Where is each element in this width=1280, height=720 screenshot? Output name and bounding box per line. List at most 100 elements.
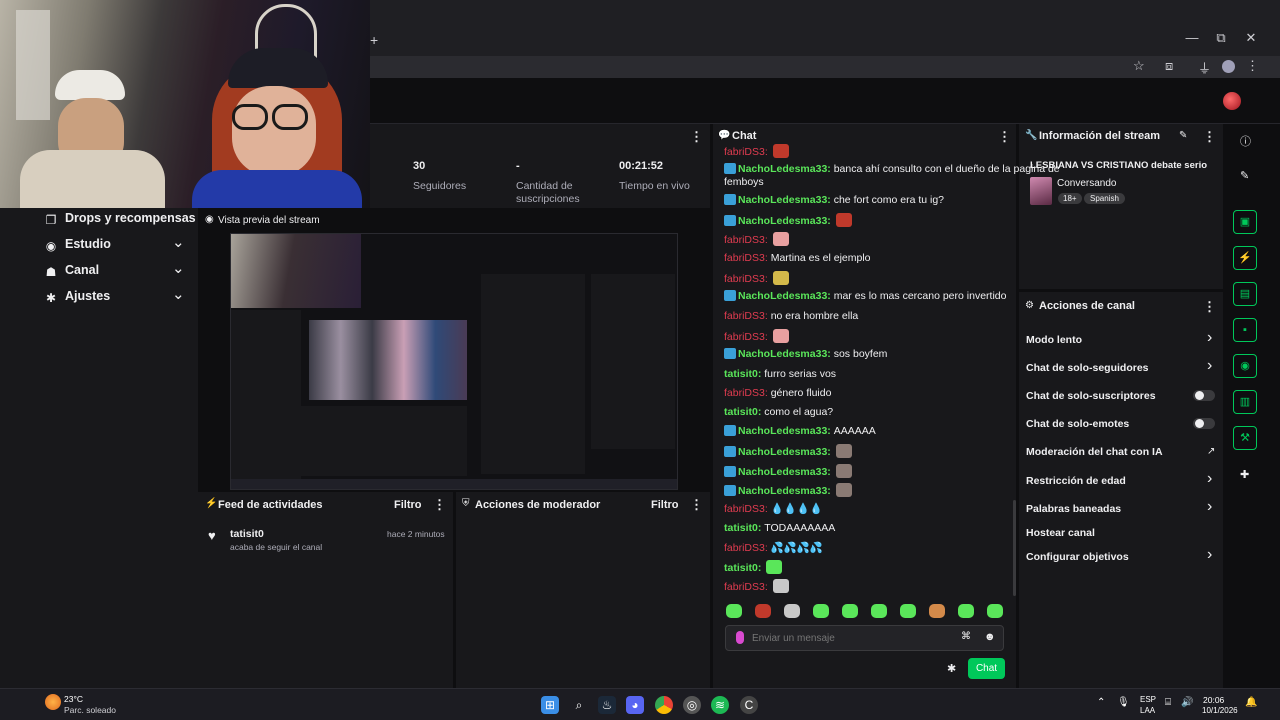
- activity-user[interactable]: tatisit0: [230, 528, 264, 540]
- quick-emote-icon[interactable]: [842, 604, 858, 618]
- chevron-right-icon[interactable]: ›: [1207, 498, 1212, 516]
- app-icon[interactable]: C: [740, 696, 758, 714]
- chat-emote-icon[interactable]: [766, 560, 783, 574]
- chat-username[interactable]: tatisit0: [724, 522, 758, 534]
- lang-layout[interactable]: LAA: [1140, 706, 1155, 715]
- chat-emote-icon[interactable]: [835, 213, 852, 227]
- stream-category[interactable]: Conversando: [1057, 178, 1116, 189]
- rail-button-broadcast-icon[interactable]: ◉: [1233, 354, 1257, 378]
- quick-emote-icon[interactable]: [929, 604, 945, 618]
- quick-emote-icon[interactable]: [813, 604, 829, 618]
- chat-username[interactable]: NachoLedesma33: [738, 485, 827, 497]
- rail-button-chat-icon[interactable]: ▪: [1233, 318, 1257, 342]
- chat-username[interactable]: tatisit0: [724, 368, 758, 380]
- tag-badge[interactable]: Spanish: [1084, 193, 1125, 204]
- chat-emote-icon[interactable]: [835, 464, 852, 478]
- chat-settings-gear-icon[interactable]: ✱: [947, 662, 956, 675]
- quick-emote-icon[interactable]: [900, 604, 916, 618]
- quick-emote-icon[interactable]: [958, 604, 974, 618]
- chat-emote-icon[interactable]: [772, 329, 789, 343]
- channel-action-modo-lento[interactable]: Modo lento: [1026, 334, 1082, 346]
- tray-chevron-icon[interactable]: ⌃: [1097, 697, 1105, 708]
- quick-emote-icon[interactable]: [987, 604, 1003, 618]
- weather-sun-icon[interactable]: [45, 694, 61, 710]
- new-tab-button[interactable]: +: [370, 32, 378, 48]
- emote-picker-icon[interactable]: ⌘: [961, 631, 971, 642]
- chevron-right-icon[interactable]: ›: [1207, 357, 1212, 375]
- bookmark-star-icon[interactable]: ☆: [1133, 58, 1145, 74]
- taskbar-search-icon[interactable]: ⌕: [570, 696, 588, 714]
- clock-time[interactable]: 20:06: [1203, 695, 1224, 705]
- edit-pencil-icon[interactable]: ✎: [1179, 130, 1187, 141]
- chat-username[interactable]: fabriDS3: [724, 310, 765, 322]
- chat-emote-icon[interactable]: [835, 444, 852, 458]
- sidebar-item-drops[interactable]: Drops y recompensas: [65, 211, 196, 225]
- volume-icon[interactable]: 🔊: [1181, 697, 1193, 708]
- chat-username[interactable]: NachoLedesma33: [738, 194, 827, 206]
- chat-emote-icon[interactable]: [772, 232, 789, 246]
- close-window-button[interactable]: ✕: [1241, 30, 1261, 46]
- chat-username[interactable]: NachoLedesma33: [738, 446, 827, 458]
- clock-date[interactable]: 10/1/2026: [1202, 706, 1238, 715]
- chat-username[interactable]: fabriDS3: [724, 387, 765, 399]
- rail-button-camera-icon[interactable]: ▣: [1233, 210, 1257, 234]
- rail-button-wrench-icon[interactable]: ⚒: [1233, 426, 1257, 450]
- chevron-right-icon[interactable]: ›: [1207, 329, 1212, 347]
- external-link-icon[interactable]: ↗: [1207, 446, 1215, 457]
- chat-username[interactable]: NachoLedesma33: [738, 215, 827, 227]
- user-avatar[interactable]: [1223, 92, 1241, 110]
- weather-temp[interactable]: 23°C: [64, 694, 83, 704]
- channel-action-chat-de-solo-emotes[interactable]: Chat de solo-emotes: [1026, 418, 1129, 430]
- chat-username[interactable]: NachoLedesma33: [738, 466, 827, 478]
- spotify-icon[interactable]: ≋: [711, 696, 729, 714]
- channel-actions-menu-icon[interactable]: ⋮: [1203, 299, 1216, 315]
- channel-action-chat-de-solo-seguidores[interactable]: Chat de solo-seguidores: [1026, 362, 1149, 374]
- sidebar-item-ajustes[interactable]: Ajustes: [65, 289, 110, 303]
- channel-action-hostear-canal[interactable]: Hostear canal: [1026, 527, 1095, 539]
- sidebar-item-canal[interactable]: Canal: [65, 263, 99, 277]
- channel-action-moderaci-n-del-chat-con-ia[interactable]: Moderación del chat con IA: [1026, 446, 1163, 458]
- tray-mic-icon[interactable]: 🎙: [1117, 697, 1130, 708]
- chat-username[interactable]: fabriDS3: [724, 331, 765, 343]
- chat-username[interactable]: tatisit0: [724, 562, 758, 574]
- toggle-switch[interactable]: [1193, 418, 1215, 429]
- add-widget-icon[interactable]: ✚: [1240, 468, 1249, 481]
- rail-button-clipboard-icon[interactable]: ▤: [1233, 282, 1257, 306]
- channel-action-chat-de-solo-suscriptores[interactable]: Chat de solo-suscriptores: [1026, 390, 1156, 402]
- quick-emote-icon[interactable]: [726, 604, 742, 618]
- chat-username[interactable]: fabriDS3: [724, 542, 765, 554]
- chat-emote-icon[interactable]: [772, 271, 789, 285]
- toggle-switch[interactable]: [1193, 390, 1215, 401]
- chevron-down-icon[interactable]: ⌄: [172, 233, 185, 251]
- notification-icon[interactable]: 🔔: [1245, 697, 1257, 708]
- channel-action-palabras-baneadas[interactable]: Palabras baneadas: [1026, 503, 1121, 515]
- chat-username[interactable]: fabriDS3: [724, 146, 765, 158]
- chat-scrollbar[interactable]: [1013, 500, 1016, 596]
- chevron-down-icon[interactable]: ⌄: [172, 285, 185, 303]
- lang-indicator[interactable]: ESP: [1140, 695, 1156, 704]
- moderator-filter-button[interactable]: Filtro: [651, 499, 679, 511]
- chat-send-button[interactable]: Chat: [968, 658, 1005, 679]
- chat-username[interactable]: NachoLedesma33: [738, 163, 827, 175]
- pencil-icon[interactable]: ✎: [1240, 169, 1249, 182]
- steam-icon[interactable]: ♨: [598, 696, 616, 714]
- chat-username[interactable]: fabriDS3: [724, 234, 765, 246]
- moderator-menu-icon[interactable]: ⋮: [690, 497, 703, 513]
- chevron-right-icon[interactable]: ›: [1207, 470, 1212, 488]
- sidebar-item-estudio[interactable]: Estudio: [65, 237, 111, 251]
- minimize-button[interactable]: —: [1182, 30, 1202, 45]
- channel-action-configurar-objetivos[interactable]: Configurar objetivos: [1026, 551, 1129, 563]
- tag-badge[interactable]: 18+: [1058, 193, 1082, 204]
- chat-username[interactable]: NachoLedesma33: [738, 348, 827, 360]
- chat-username[interactable]: fabriDS3: [724, 503, 765, 515]
- stream-preview-video[interactable]: [230, 233, 678, 490]
- quick-emote-icon[interactable]: [871, 604, 887, 618]
- chevron-right-icon[interactable]: ›: [1207, 546, 1212, 564]
- activity-menu-icon[interactable]: ⋮: [433, 497, 446, 513]
- chat-emote-icon[interactable]: [772, 579, 789, 593]
- quick-emote-icon[interactable]: [755, 604, 771, 618]
- stream-info-menu-icon[interactable]: ⋮: [1203, 129, 1216, 145]
- chat-username[interactable]: fabriDS3: [724, 581, 765, 593]
- rail-button-bolt-icon[interactable]: ⚡: [1233, 246, 1257, 270]
- chat-input[interactable]: [752, 629, 942, 647]
